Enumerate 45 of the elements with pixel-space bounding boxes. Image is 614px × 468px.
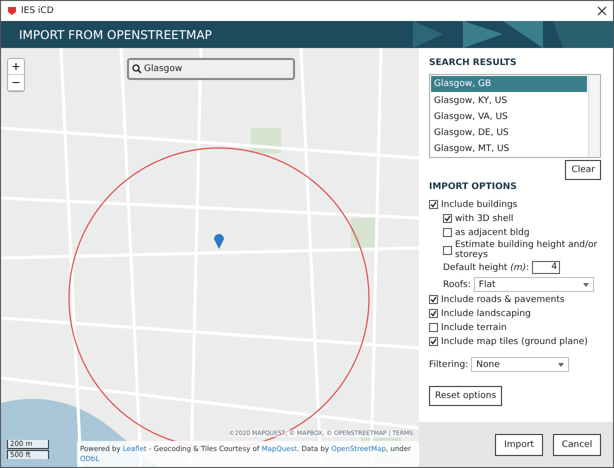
option-label: Include roads & pavements <box>441 294 565 304</box>
dialog-button[interactable]: Import <box>495 434 543 456</box>
search-icon <box>132 64 142 74</box>
option-label: Include map tiles (ground plane) <box>441 336 588 346</box>
checkbox[interactable] <box>443 228 452 237</box>
result-item[interactable]: Glasgow, DE, US <box>431 125 587 141</box>
checkbox[interactable] <box>429 323 438 332</box>
option-label: Include buildings <box>441 200 518 210</box>
dialog-button[interactable]: Cancel <box>553 434 601 456</box>
checkbox[interactable] <box>443 246 452 254</box>
option-label: as adjacent bldg <box>455 228 530 238</box>
checkbox[interactable] <box>429 309 438 318</box>
checkbox[interactable] <box>429 337 438 346</box>
result-item[interactable]: Glasgow, VA, US <box>431 109 587 125</box>
app-logo-icon <box>7 6 17 16</box>
checkbox[interactable] <box>429 295 438 304</box>
close-icon[interactable] <box>597 6 607 16</box>
option-label: Include terrain <box>441 322 507 332</box>
caret-icon <box>582 282 589 286</box>
result-item[interactable]: Glasgow, MT, US <box>431 141 587 157</box>
clear-button[interactable]: Clear <box>565 160 601 180</box>
window-title: IES iCD <box>21 6 55 16</box>
roofs-dropdown[interactable]: Flat <box>474 277 594 292</box>
result-item[interactable]: Glasgow, KY, US <box>431 93 587 109</box>
result-item[interactable]: Glasgow, GB <box>431 76 587 92</box>
scrollbar[interactable] <box>588 75 600 157</box>
field-label: Default height (m): <box>443 262 530 272</box>
zoom-out-button[interactable]: − <box>8 75 24 91</box>
height-input[interactable]: 4 <box>532 261 560 274</box>
filtering-dropdown[interactable]: None <box>471 357 570 372</box>
reset-options-button[interactable]: Reset options <box>429 386 502 406</box>
map-pin-icon <box>213 231 225 249</box>
field-label: Filtering: <box>429 360 468 370</box>
zoom-in-button[interactable]: + <box>8 59 24 75</box>
option-label: Include landscaping <box>441 308 531 318</box>
checkbox[interactable] <box>443 214 452 223</box>
section-title: IMPORT OPTIONS <box>429 182 518 192</box>
section-title: SEARCH RESULTS <box>429 58 518 68</box>
checkbox[interactable] <box>429 200 438 209</box>
caret-icon <box>558 362 564 366</box>
field-label: Roofs: <box>443 280 471 290</box>
option-label: Estimate building height and/or storeys <box>455 240 598 260</box>
dialog-title: IMPORT FROM OPENSTREETMAP <box>19 28 212 42</box>
option-label: with 3D shell <box>455 214 514 224</box>
map-search-field[interactable]: Glasgow <box>127 58 295 80</box>
